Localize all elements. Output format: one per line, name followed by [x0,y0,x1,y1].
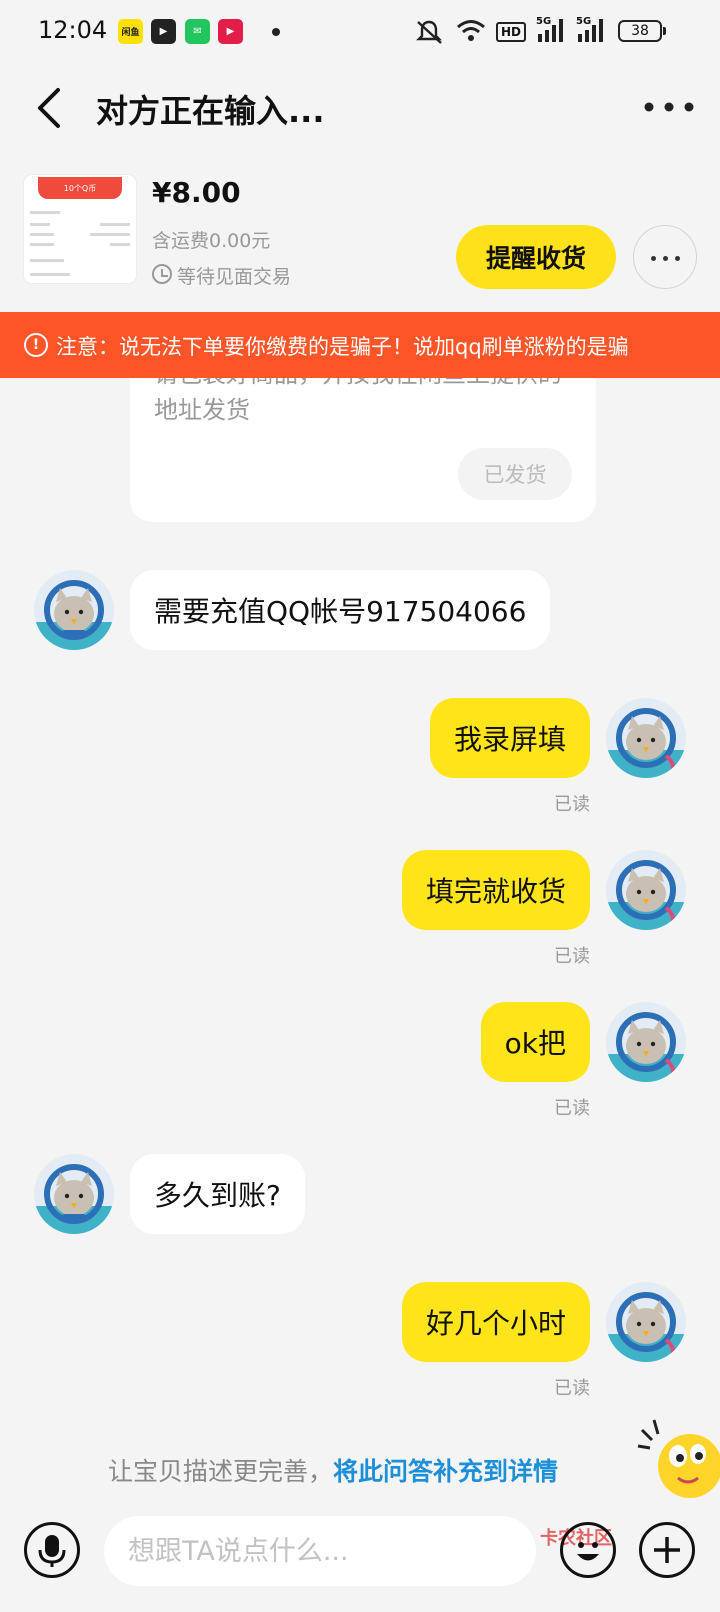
avatar[interactable] [606,1282,686,1362]
emoji-icon [577,1542,599,1561]
mute-icon [416,20,442,44]
video-app-icon: ▶ [151,19,176,44]
xianyu-app-icon: 闲鱼 [118,19,143,44]
warning-icon: ! [24,333,48,357]
trade-status: 等待见面交易 [177,266,292,288]
status-bar: 12:04 闲鱼 ▶ ✉ ▶ HD 5G 5G 38 [0,0,720,64]
more-options-icon[interactable] [640,92,698,122]
shipped-badge: 已发货 [458,448,572,500]
message-bubble-incoming[interactable]: 多久到账? [130,1154,305,1234]
avatar[interactable] [606,698,686,778]
signal-5g-label: 5G [536,16,552,27]
avatar[interactable] [606,850,686,930]
chat-app-icon: ✉ [185,19,210,44]
avatar[interactable] [34,570,114,650]
signal-5g-icon: 5G [536,16,566,46]
message-bubble-incoming[interactable]: 需要充值QQ帐号917504066 [130,570,551,650]
clock-icon [152,264,172,284]
warning-text: 注意：说无法下单要你缴费的是骗子！说加qq刷单涨粉的是骗 [56,335,629,359]
qa-hint: 让宝贝描述更完善，将此问答补充到详情 [108,1452,558,1488]
notification-dot-icon [272,28,280,36]
message-bubble-outgoing[interactable]: 我录屏填 [429,698,590,778]
cat-avatar-icon [34,1164,114,1234]
plus-icon [654,1537,680,1563]
cat-avatar-icon [606,708,686,778]
mascot-icon[interactable] [634,1416,720,1504]
read-receipt: 已读 [554,946,590,967]
shipping-fee: 含运费0.00元 [152,230,271,252]
microphone-icon [38,1535,66,1567]
battery-icon: 38 [618,20,662,42]
product-more-button[interactable] [633,225,697,289]
thumb-caption: 10个Q币 [38,177,122,199]
qa-hint-link[interactable]: 将此问答补充到详情 [333,1457,558,1486]
qa-hint-text: 让宝贝描述更完善， [108,1457,334,1486]
remind-receipt-button[interactable]: 提醒收货 [456,225,616,289]
cat-avatar-icon [606,1292,686,1362]
message-input[interactable] [104,1516,536,1586]
add-button[interactable] [639,1522,695,1578]
read-receipt: 已读 [554,794,590,815]
signal-5g-label: 5G [576,16,592,27]
read-receipt: 已读 [554,1378,590,1399]
voice-button[interactable] [24,1522,80,1578]
avatar[interactable] [34,1154,114,1234]
message-bubble-outgoing[interactable]: 填完就收货 [401,850,590,930]
product-thumbnail[interactable]: 10个Q币 [24,175,136,283]
emoji-button[interactable] [560,1522,616,1578]
hd-badge-icon: HD [496,22,527,42]
cat-avatar-icon [34,580,114,650]
battery-tip-icon [663,27,666,35]
product-price: ¥8.00 [152,176,241,209]
message-bubble-outgoing[interactable]: 好几个小时 [401,1282,590,1362]
page-title: 对方正在输入... [96,92,325,130]
back-icon[interactable] [30,86,70,130]
message-bubble-outgoing[interactable]: ok把 [480,1002,590,1082]
avatar[interactable] [606,1002,686,1082]
scam-warning-banner: ! 注意：说无法下单要你缴费的是骗子！说加qq刷单涨粉的是骗 [0,312,720,378]
status-time: 12:04 [38,16,108,44]
player-app-icon: ▶ [218,19,243,44]
wifi-icon [457,20,485,41]
read-receipt: 已读 [554,1098,590,1119]
signal-5g-icon: 5G [576,16,606,46]
cat-avatar-icon [606,860,686,930]
cat-avatar-icon [606,1012,686,1082]
